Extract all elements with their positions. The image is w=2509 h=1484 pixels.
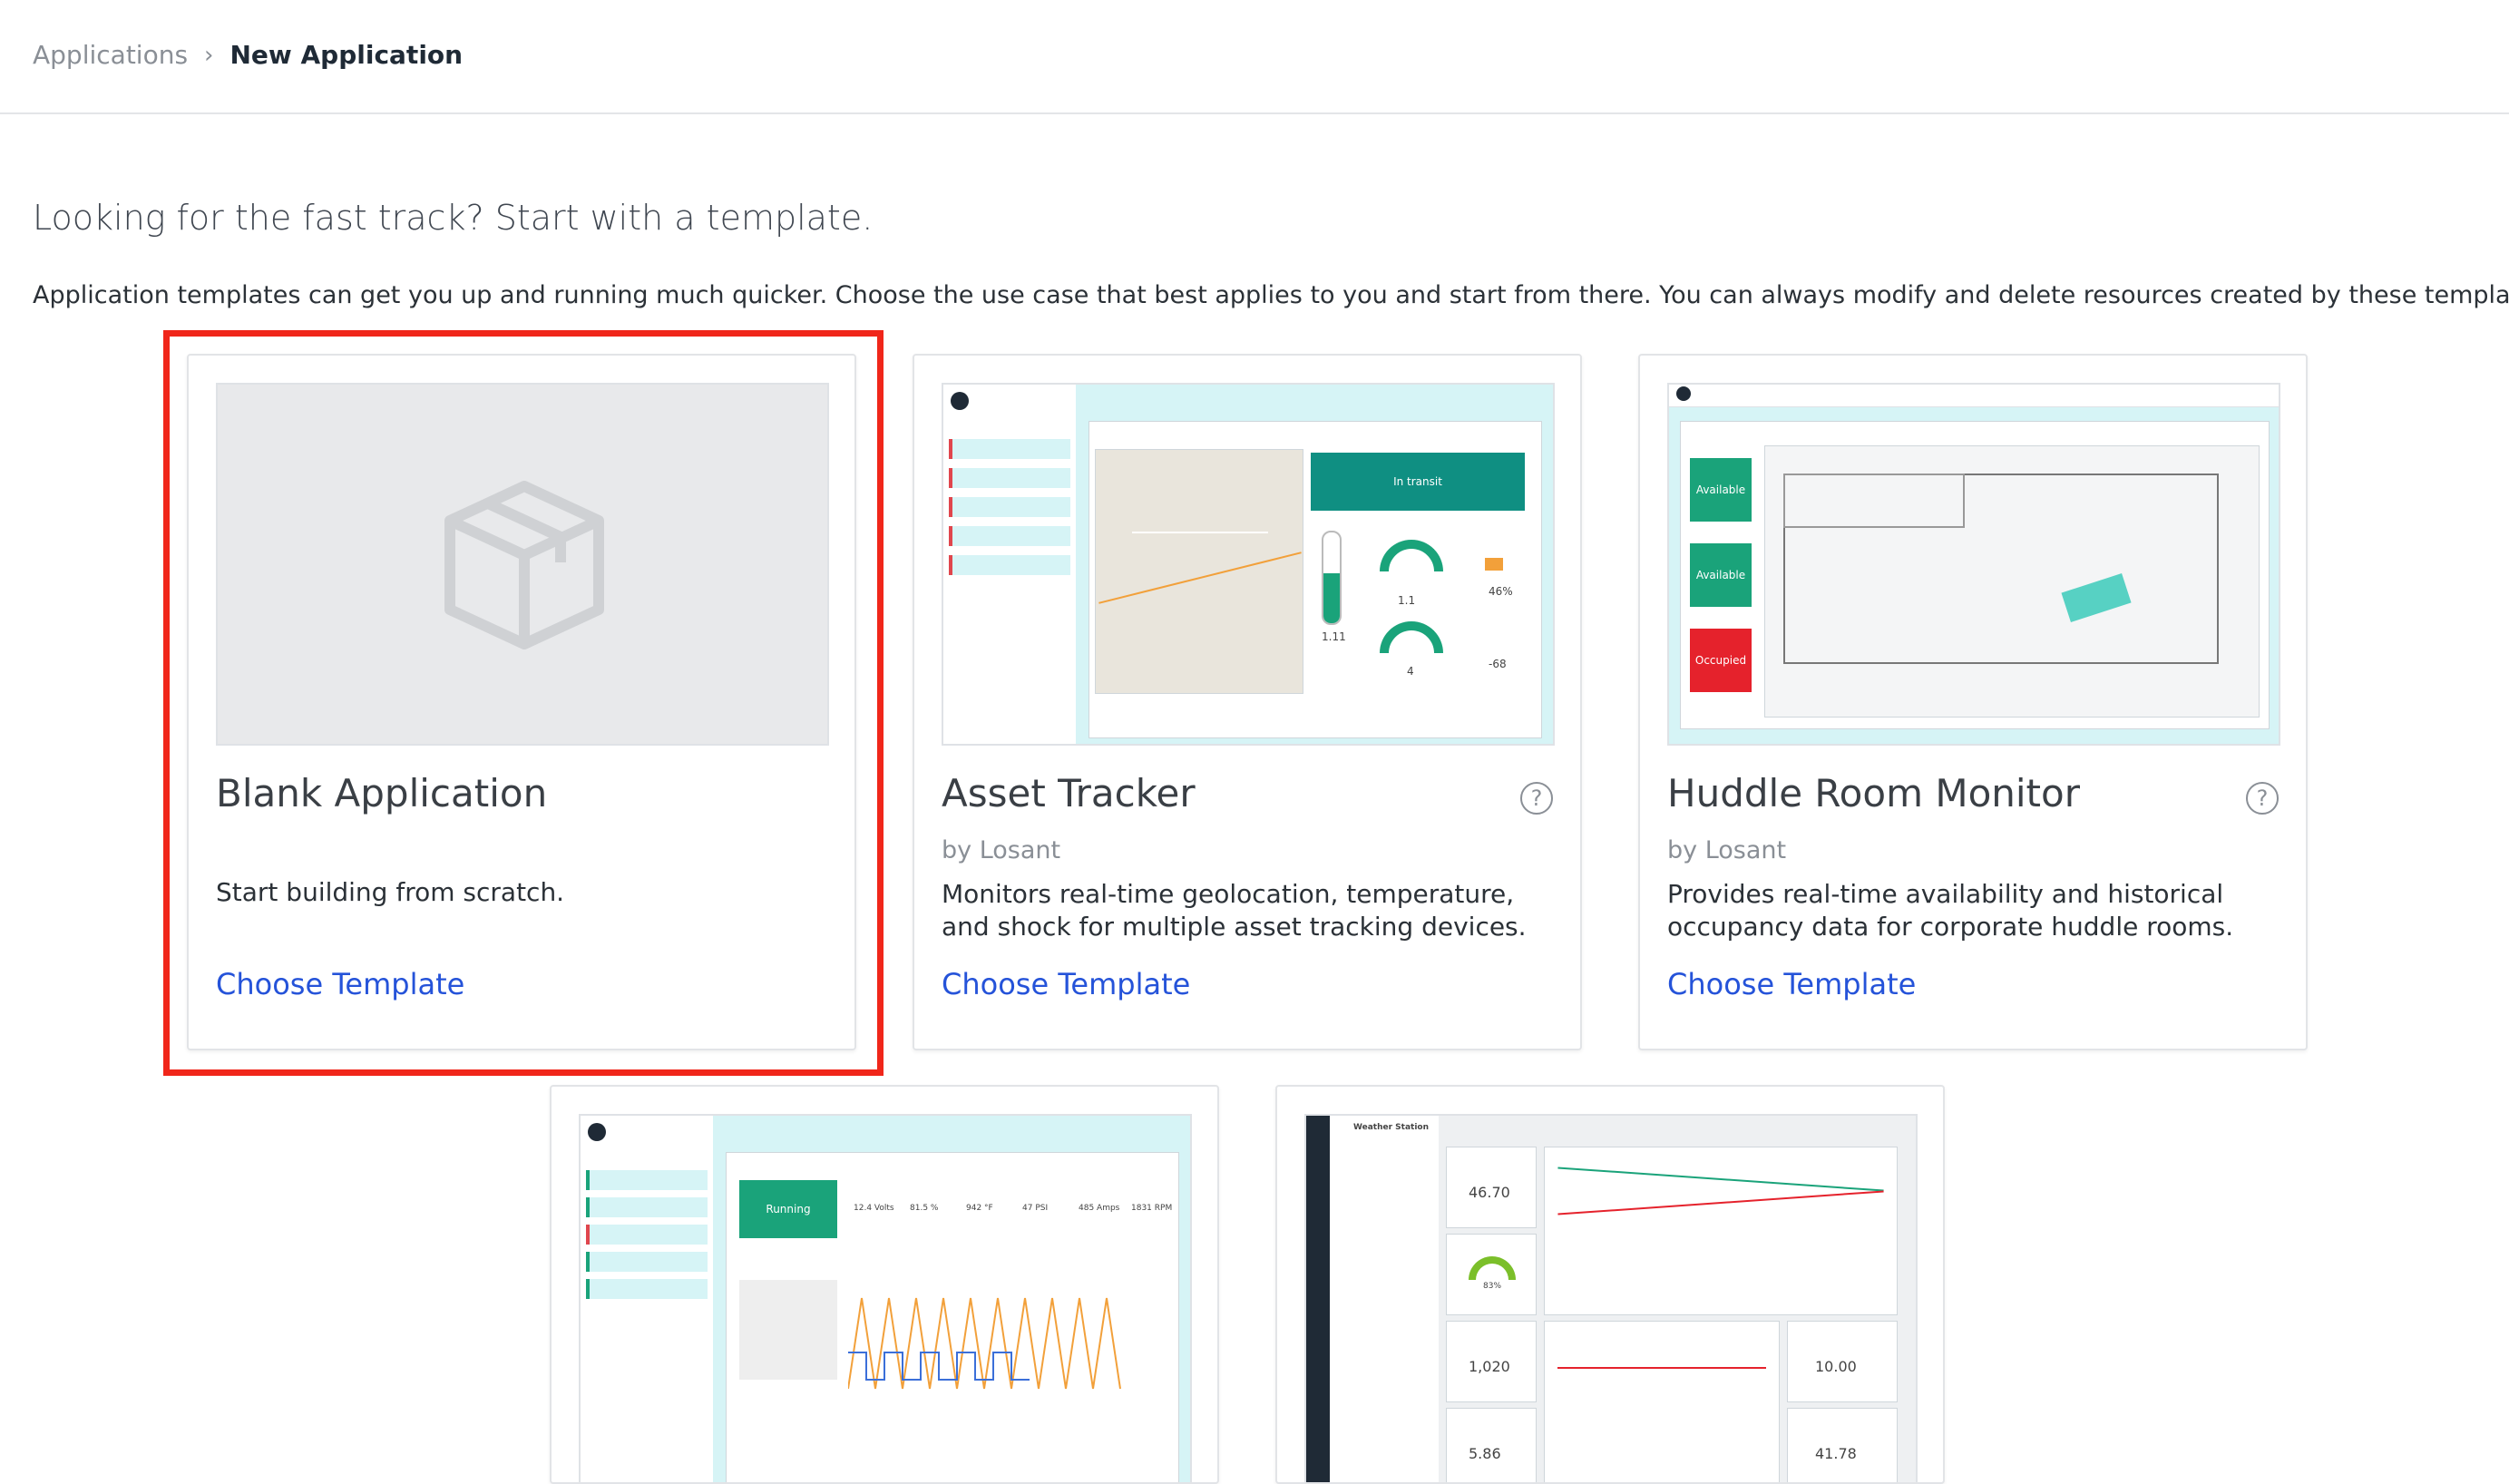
thumb-device-row (949, 526, 1070, 546)
thumb-gauge (1380, 621, 1443, 653)
template-thumbnail-weather: Weather Station 46.70 83% 1,020 5.86 10.… (1304, 1114, 1918, 1482)
template-title: Asset Tracker (942, 771, 1196, 815)
template-author: by Losant (942, 836, 1061, 864)
page-headline: Looking for the fast track? Start with a… (33, 198, 874, 238)
thumb-device-image (739, 1280, 837, 1380)
thumb-line-chart (848, 1297, 1121, 1390)
thumb-dashboard-panel: In transit 1.11 1.1 46% 4 -68 (1089, 421, 1542, 738)
thumb-thermometer (1322, 531, 1342, 625)
thumb-orient-value: 4 (1407, 665, 1414, 678)
thumb-map (1095, 449, 1303, 694)
thumb-shock-value: -68 (1489, 658, 1507, 670)
app-logo-icon (1676, 386, 1691, 401)
app-logo-icon (588, 1123, 606, 1141)
thumb-device-row (949, 555, 1070, 575)
box-icon (444, 481, 604, 649)
template-thumbnail-generator: Running 12.4 Volts 81.5 % 942 °F 47 PSI … (579, 1114, 1192, 1482)
thumb-gauge-value: 1.1 (1398, 594, 1416, 607)
thumb-weather-title: Weather Station (1353, 1123, 1430, 1132)
template-author: by Losant (1667, 836, 1787, 864)
template-card-generator[interactable]: Running 12.4 Volts 81.5 % 942 °F 47 PSI … (550, 1085, 1219, 1484)
template-card-weather[interactable]: Weather Station 46.70 83% 1,020 5.86 10.… (1275, 1085, 1945, 1484)
thumb-device-list (943, 385, 1078, 744)
thumb-dashboard: Running 12.4 Volts 81.5 % 942 °F 47 PSI … (713, 1116, 1190, 1482)
thumb-dashboard-panel: Running 12.4 Volts 81.5 % 942 °F 47 PSI … (726, 1152, 1179, 1482)
help-icon[interactable]: ? (2246, 782, 2279, 815)
thumb-device-row (949, 468, 1070, 488)
thumb-dashboard: In transit 1.11 1.1 46% 4 -68 (1076, 385, 1553, 744)
breadcrumb: Applications › New Application (33, 40, 463, 70)
thumb-device-row (949, 439, 1070, 459)
breadcrumb-separator: › (204, 41, 214, 69)
app-logo-icon (951, 392, 969, 410)
help-icon[interactable]: ? (1520, 782, 1553, 815)
template-thumbnail-huddle-room: Available Available Occupied (1667, 383, 2280, 746)
thumb-status-block: In transit (1311, 453, 1525, 511)
template-card-asset-tracker[interactable]: In transit 1.11 1.1 46% 4 -68 Asset Trac… (913, 354, 1582, 1050)
template-title: Blank Application (216, 771, 548, 815)
thumb-room-status: Occupied (1690, 629, 1752, 692)
template-card-blank[interactable]: Blank Application Start building from sc… (187, 354, 856, 1050)
breadcrumb-applications-link[interactable]: Applications (33, 40, 188, 70)
template-thumbnail-blank (216, 383, 829, 746)
template-card-huddle-room[interactable]: Available Available Occupied Huddle Room… (1638, 354, 2308, 1050)
template-thumbnail-asset-tracker: In transit 1.11 1.1 46% 4 -68 (942, 383, 1555, 746)
top-bar: Applications › New Application (0, 0, 2509, 114)
thumb-status-block: Running (739, 1180, 837, 1238)
choose-template-button[interactable]: Choose Template (942, 967, 1190, 1001)
choose-template-button[interactable]: Choose Template (216, 967, 464, 1001)
choose-template-button[interactable]: Choose Template (1667, 967, 1916, 1001)
thumb-pct-value: 46% (1489, 585, 1513, 598)
template-description: Monitors real-time geolocation, temperat… (942, 879, 1527, 942)
template-description: Start building from scratch. (216, 877, 565, 907)
template-title: Huddle Room Monitor (1667, 771, 2080, 815)
thumb-device-row (949, 497, 1070, 517)
thumb-room-status: Available (1690, 458, 1752, 522)
thumb-temp-value: 1.11 (1322, 630, 1346, 643)
page-description: Application templates can get you up and… (33, 281, 2509, 309)
thumb-gauge (1380, 540, 1443, 571)
thumb-dashboard-panel: Available Available Occupied (1680, 421, 2270, 729)
thumb-floor-plan (1764, 445, 2260, 718)
breadcrumb-current: New Application (229, 40, 464, 70)
thumb-room-status: Available (1690, 543, 1752, 607)
thumb-device-list (581, 1116, 715, 1482)
template-description: Provides real-time availability and hist… (1667, 879, 2234, 942)
